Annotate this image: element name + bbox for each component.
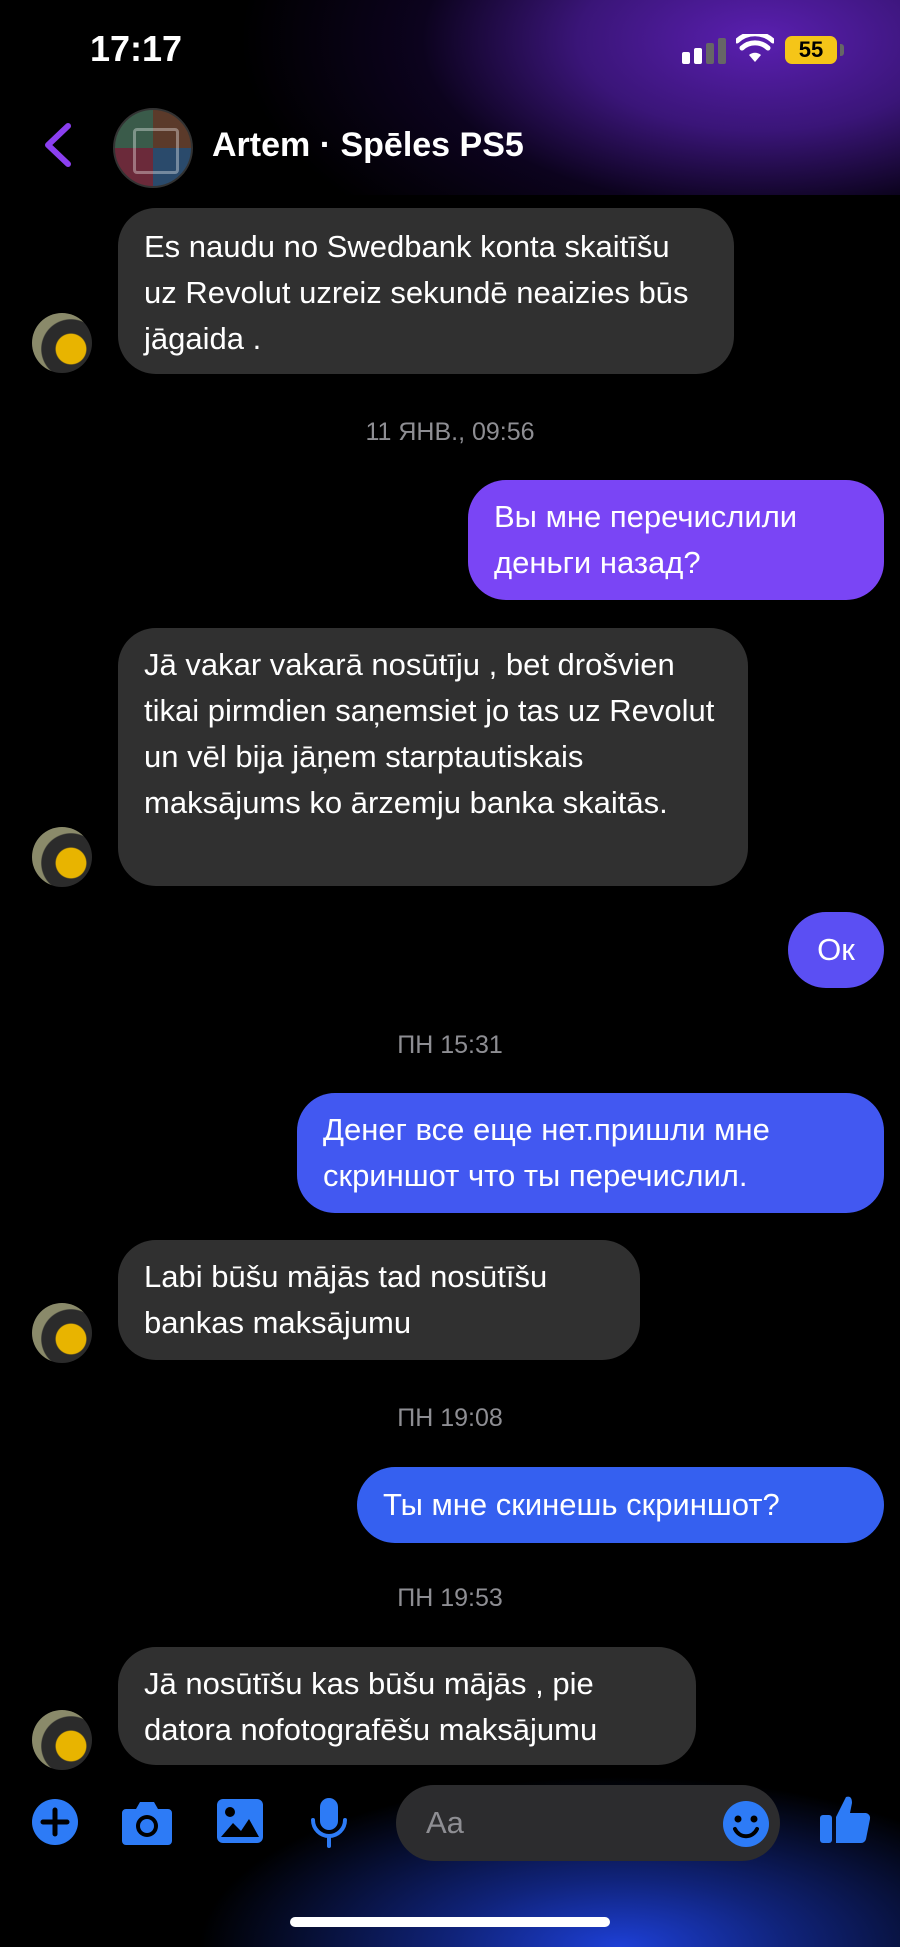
emoji-icon[interactable] <box>722 1800 770 1848</box>
message-composer <box>0 1765 900 1875</box>
chat-header: Artem · Spēles PS5 <box>0 100 900 195</box>
incoming-message[interactable]: Es naudu no Swedbank konta skaitīšu uz R… <box>118 208 734 374</box>
sender-avatar[interactable] <box>32 827 92 887</box>
back-arrow-icon[interactable] <box>38 120 78 170</box>
cellular-signal-icon <box>682 38 726 64</box>
sender-avatar[interactable] <box>32 1710 92 1770</box>
contact-avatar[interactable] <box>113 108 193 188</box>
outgoing-message[interactable]: Ок <box>788 912 884 988</box>
thumbs-up-icon[interactable] <box>818 1793 872 1847</box>
camera-icon[interactable] <box>120 1797 174 1847</box>
incoming-message[interactable]: Labi būšu mājās tad nosūtīšu bankas maks… <box>118 1240 640 1360</box>
timestamp: ПН 19:53 <box>397 1584 503 1612</box>
chat-title[interactable]: Artem · Spēles PS5 <box>212 126 524 165</box>
microphone-icon[interactable] <box>310 1797 348 1849</box>
plus-icon[interactable] <box>30 1797 80 1847</box>
incoming-message[interactable]: Jā vakar vakarā nosūtīju , bet drošvien … <box>118 628 748 886</box>
battery-tip <box>840 44 844 56</box>
home-indicator <box>290 1917 610 1927</box>
battery-level: 55 <box>785 36 837 64</box>
sender-avatar[interactable] <box>32 1303 92 1363</box>
outgoing-message[interactable]: Ты мне скинешь скриншот? <box>357 1467 884 1543</box>
timestamp: 11 ЯНВ., 09:56 <box>365 418 535 446</box>
status-time: 17:17 <box>90 28 183 69</box>
timestamp: ПН 15:31 <box>397 1031 503 1059</box>
timestamp: ПН 19:08 <box>397 1404 503 1432</box>
sender-avatar[interactable] <box>32 313 92 373</box>
outgoing-message[interactable]: Вы мне перечислили деньги назад? <box>468 480 884 600</box>
incoming-message[interactable]: Jā nosūtīšu kas būšu mājās , pie datora … <box>118 1647 696 1765</box>
gallery-icon[interactable] <box>215 1797 265 1845</box>
outgoing-message[interactable]: Денег все еще нет.пришли мне скриншот чт… <box>297 1093 884 1213</box>
status-bar: 17:17 55 <box>0 0 900 100</box>
wifi-icon <box>736 34 774 62</box>
